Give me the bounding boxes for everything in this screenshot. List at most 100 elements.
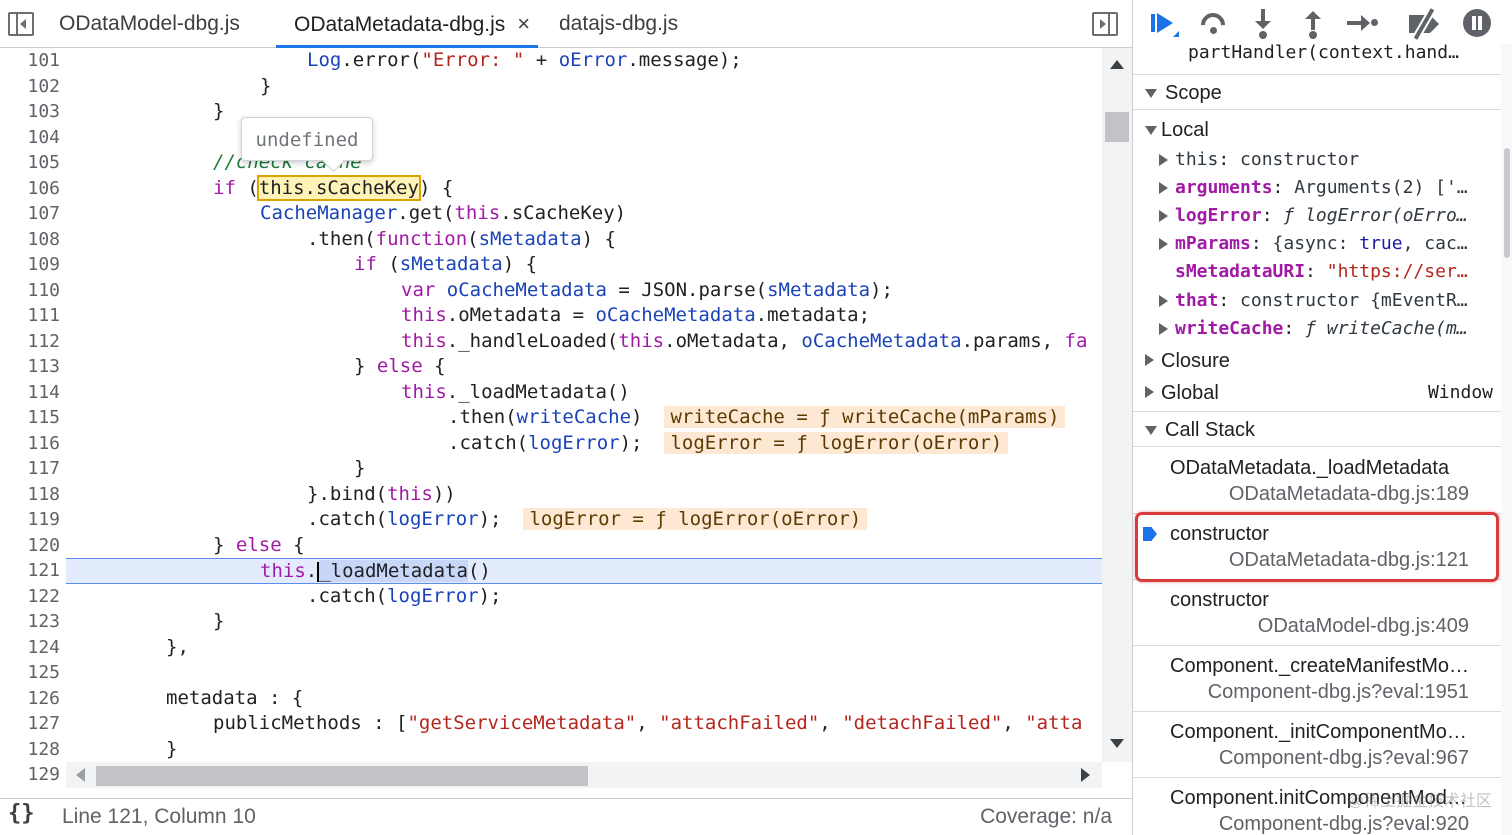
watermark: @稀土掘金技术社区 [1347,793,1492,810]
step-icon[interactable] [1347,9,1378,37]
line-number[interactable]: 122 [0,584,60,610]
line-number[interactable]: 115 [0,405,60,431]
line-number[interactable]: 108 [0,227,60,253]
expand-arrow-icon [1145,89,1157,98]
hovered-expression[interactable]: this.sCacheKey [256,174,421,201]
line-number-gutter[interactable]: 101 102 103 104 105 106 107 108 109 110 111 112 113 1… [0,48,66,788]
toggle-debugger-icon[interactable] [1092,12,1118,36]
scope-closure[interactable]: Closure [1133,346,1501,376]
scope-value: Window [1427,382,1493,403]
selected-text: _loadMetadata [319,560,468,582]
scope-var-logerror[interactable]: logError: ƒ logError(oErro… [1133,202,1501,230]
call-frame[interactable]: constructor ODataModel-dbg.js:409 [1133,581,1501,646]
code-line-105: //check cache [213,151,362,173]
scroll-thumb[interactable] [1504,148,1510,258]
line-number[interactable]: 101 [0,48,60,74]
watch-expression: partHandler(context.hand… [1188,44,1459,63]
scope-var-this[interactable]: this: constructor [1133,146,1501,174]
frame-location[interactable]: Component-dbg.js?eval:967 [1219,747,1469,770]
scope-var-writecache[interactable]: writeCache: ƒ writeCache(m… [1133,315,1501,343]
line-number[interactable]: 109 [0,252,60,278]
close-tab-icon[interactable]: × [517,11,530,36]
call-frame[interactable]: Component._createManifestMo… Component-d… [1133,647,1501,712]
code-line-111: this.oMetadata = oCacheMetadata.metadata… [401,304,871,326]
step-into-icon[interactable] [1253,9,1273,39]
editor-vertical-scrollbar[interactable] [1102,48,1132,762]
scope-var-that[interactable]: that: constructor {mEventR… [1133,287,1501,315]
scroll-thumb[interactable] [96,766,588,786]
code-area[interactable]: Log.error("Error: " + oError.message); }… [66,48,1102,788]
frame-name: ODataMetadata._loadMetadata [1170,457,1450,479]
scroll-left-icon[interactable] [76,768,85,782]
line-number[interactable]: 110 [0,278,60,304]
frame-name: constructor [1170,589,1269,611]
line-number[interactable]: 125 [0,660,60,686]
line-number[interactable]: 107 [0,201,60,227]
code-line-112: this._handleLoaded(this.oMetadata, oCach… [401,329,1088,352]
line-number[interactable]: 103 [0,99,60,125]
line-number[interactable]: 117 [0,456,60,482]
scope-var-arguments[interactable]: arguments: Arguments(2) ['… [1133,174,1501,202]
tab-odatamodel[interactable]: ODataModel-dbg.js [59,0,240,48]
line-number[interactable]: 121 [0,558,60,584]
scope-var-mparams[interactable]: mParams: {async: true, cac… [1133,230,1501,258]
call-frame[interactable]: Component._initComponentMo… Component-db… [1133,713,1501,778]
frame-location[interactable]: ODataMetadata-dbg.js:121 [1229,549,1469,572]
scroll-down-icon[interactable] [1110,739,1124,748]
line-number[interactable]: 106 [0,176,60,202]
line-number[interactable]: 129 [0,762,60,788]
scroll-thumb[interactable] [1105,112,1129,142]
resume-icon[interactable] [1151,9,1179,37]
line-number[interactable]: 104 [0,125,60,151]
code-line-127: publicMethods : ["getServiceMetadata", "… [213,712,1083,734]
scope-var-smetadatauri[interactable]: sMetadataURI: "https://ser… [1133,258,1501,286]
debugger-sidebar: partHandler(context.hand… Scope Local th… [1132,0,1512,835]
toggle-navigator-icon[interactable] [8,12,34,36]
editor-tab-bar: ODataModel-dbg.js ODataMetadata-dbg.js × … [0,0,1132,48]
step-out-icon[interactable] [1303,9,1323,39]
scope-global[interactable]: Global Window [1133,378,1501,408]
code-line-109: if (sMetadata) { [354,253,538,275]
sidebar-scrollbar[interactable] [1501,44,1512,835]
call-frame-selected[interactable]: constructor ODataMetadata-dbg.js:121 [1133,515,1501,580]
tab-datajs[interactable]: datajs-dbg.js [559,0,678,48]
line-number[interactable]: 118 [0,482,60,508]
deactivate-breakpoints-icon[interactable] [1409,8,1443,40]
line-number[interactable]: 102 [0,74,60,100]
editor-horizontal-scrollbar[interactable] [66,762,1102,788]
scope-local[interactable]: Local [1133,116,1501,144]
frame-location[interactable]: Component-dbg.js?eval:920 [1219,813,1469,835]
tab-odatametadata[interactable]: ODataMetadata-dbg.js × [275,0,539,48]
line-number[interactable]: 113 [0,354,60,380]
line-number[interactable]: 127 [0,711,60,737]
prop-value: Arguments(2) ['… [1294,177,1468,198]
line-number[interactable]: 128 [0,737,60,763]
frame-location[interactable]: Component-dbg.js?eval:1951 [1208,681,1469,704]
line-number[interactable]: 123 [0,609,60,635]
code-line-122: .catch(logError); [307,584,502,607]
scroll-up-icon[interactable] [1110,60,1124,69]
call-frame[interactable]: ODataMetadata._loadMetadata ODataMetadat… [1133,449,1501,514]
code-line-102: } [260,74,272,97]
line-number[interactable]: 119 [0,507,60,533]
line-number[interactable]: 124 [0,635,60,661]
scroll-right-icon[interactable] [1081,768,1090,782]
line-number[interactable]: 105 [0,150,60,176]
frame-location[interactable]: ODataModel-dbg.js:409 [1258,615,1469,638]
pretty-print-button[interactable]: {} [8,801,35,826]
line-number[interactable]: 120 [0,533,60,559]
frame-location[interactable]: ODataMetadata-dbg.js:189 [1229,483,1469,506]
cursor-position: Line 121, Column 10 [62,805,256,828]
line-number[interactable]: 126 [0,686,60,712]
expand-arrow-icon [1145,126,1157,135]
step-over-icon[interactable] [1196,8,1230,42]
callstack-section-header[interactable]: Call Stack [1133,411,1501,447]
line-number[interactable]: 116 [0,431,60,457]
prop-name: that [1175,290,1219,311]
pause-on-exceptions-icon[interactable] [1463,9,1491,37]
scope-title: Global [1161,382,1219,404]
line-number[interactable]: 112 [0,329,60,355]
scope-section-header[interactable]: Scope [1133,74,1501,110]
line-number[interactable]: 111 [0,303,60,329]
line-number[interactable]: 114 [0,380,60,406]
